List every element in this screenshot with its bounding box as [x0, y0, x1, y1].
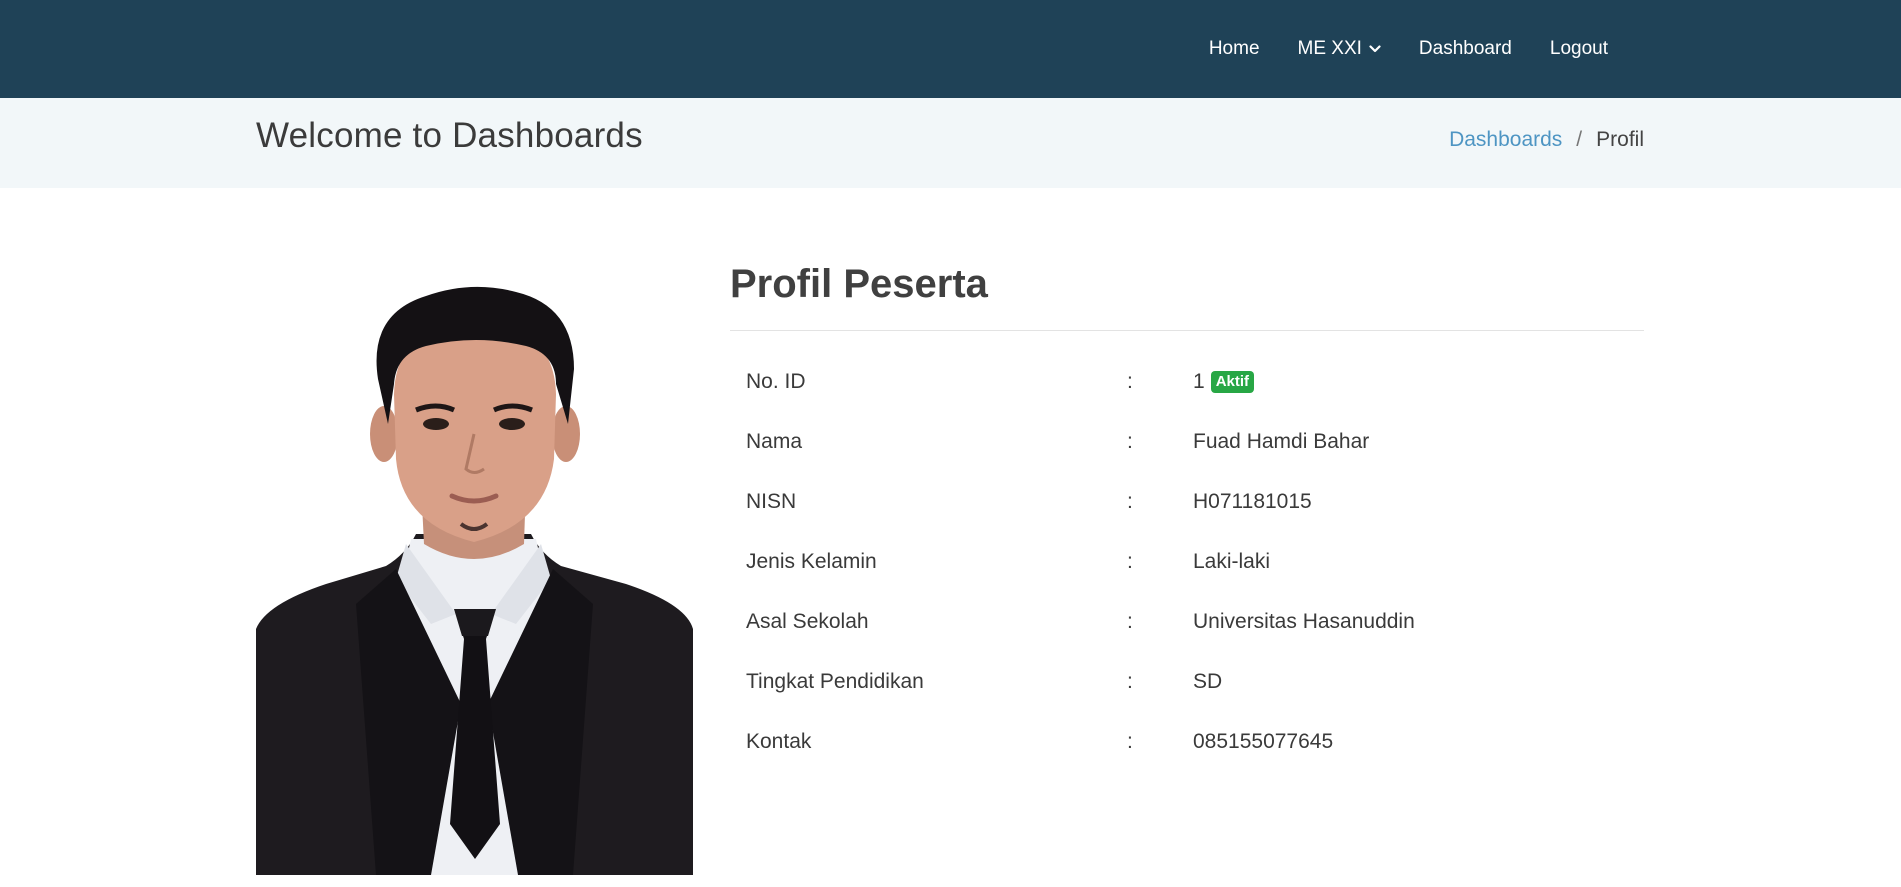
info-colon: : [1127, 370, 1133, 393]
status-badge: Aktif [1210, 371, 1255, 393]
nav-item-label: Home [1208, 38, 1260, 59]
nav-item-dashboard[interactable]: Dashboard [1400, 38, 1531, 60]
info-value: H071181015 [1193, 490, 1312, 513]
info-colon: : [1127, 730, 1133, 753]
info-label: Jenis Kelamin [746, 550, 877, 573]
nav-item-home[interactable]: Home [1190, 38, 1279, 60]
info-row-asal-sekolah: Asal Sekolah : Universitas Hasanuddin [730, 592, 1644, 652]
page-title: Welcome to Dashboards [256, 116, 643, 155]
info-colon: : [1127, 550, 1133, 573]
nav-item-label: Dashboard [1418, 38, 1512, 59]
info-row-no-id: No. ID : 1 Aktif [730, 352, 1644, 412]
info-value: 1 Aktif [1193, 370, 1255, 394]
info-label: Tingkat Pendidikan [746, 670, 924, 693]
breadcrumb-separator: / [1576, 128, 1583, 151]
info-label: Nama [746, 430, 803, 453]
profile-photo [256, 284, 693, 875]
info-colon: : [1127, 610, 1133, 633]
info-value: Universitas Hasanuddin [1193, 610, 1415, 633]
nav-menu: Home ME XXI Dashboard Logout [1190, 0, 1627, 98]
info-label: Kontak [746, 730, 812, 753]
info-row-kontak: Kontak : 085155077645 [730, 712, 1644, 772]
top-navbar: Home ME XXI Dashboard Logout [0, 0, 1901, 98]
nav-item-label: Logout [1549, 38, 1608, 59]
info-row-nisn: NISN : H071181015 [730, 472, 1644, 532]
info-value: Fuad Hamdi Bahar [1193, 430, 1370, 453]
divider [730, 330, 1644, 331]
info-row-jenis-kelamin: Jenis Kelamin : Laki-laki [730, 532, 1644, 592]
chevron-down-icon [1369, 45, 1381, 53]
breadcrumb-current: Profil [1596, 128, 1644, 151]
info-label: NISN [746, 490, 797, 513]
page: Home ME XXI Dashboard Logout Welcome to … [0, 0, 1901, 887]
breadcrumb: Dashboards / Profil [1449, 128, 1644, 152]
info-colon: : [1127, 670, 1133, 693]
id-value: 1 [1193, 370, 1205, 393]
nav-item-label: ME XXI [1297, 38, 1362, 59]
info-colon: : [1127, 490, 1133, 513]
info-value: Laki-laki [1193, 550, 1271, 573]
breadcrumb-link-dashboards[interactable]: Dashboards [1449, 128, 1562, 152]
info-label: No. ID [746, 370, 806, 393]
info-label: Asal Sekolah [746, 610, 869, 633]
info-colon: : [1127, 430, 1133, 453]
nav-item-me-xxi-dropdown[interactable]: ME XXI [1279, 38, 1400, 60]
info-row-tingkat-pendidikan: Tingkat Pendidikan : SD [730, 652, 1644, 712]
info-value: SD [1193, 670, 1223, 693]
info-value: 085155077645 [1193, 730, 1334, 753]
profile-info-table: No. ID : 1 Aktif Nama : Fuad Hamdi Bahar… [730, 352, 1644, 772]
nav-item-logout[interactable]: Logout [1531, 38, 1627, 60]
info-row-nama: Nama : Fuad Hamdi Bahar [730, 412, 1644, 472]
profile-title: Profil Peserta [730, 262, 988, 306]
